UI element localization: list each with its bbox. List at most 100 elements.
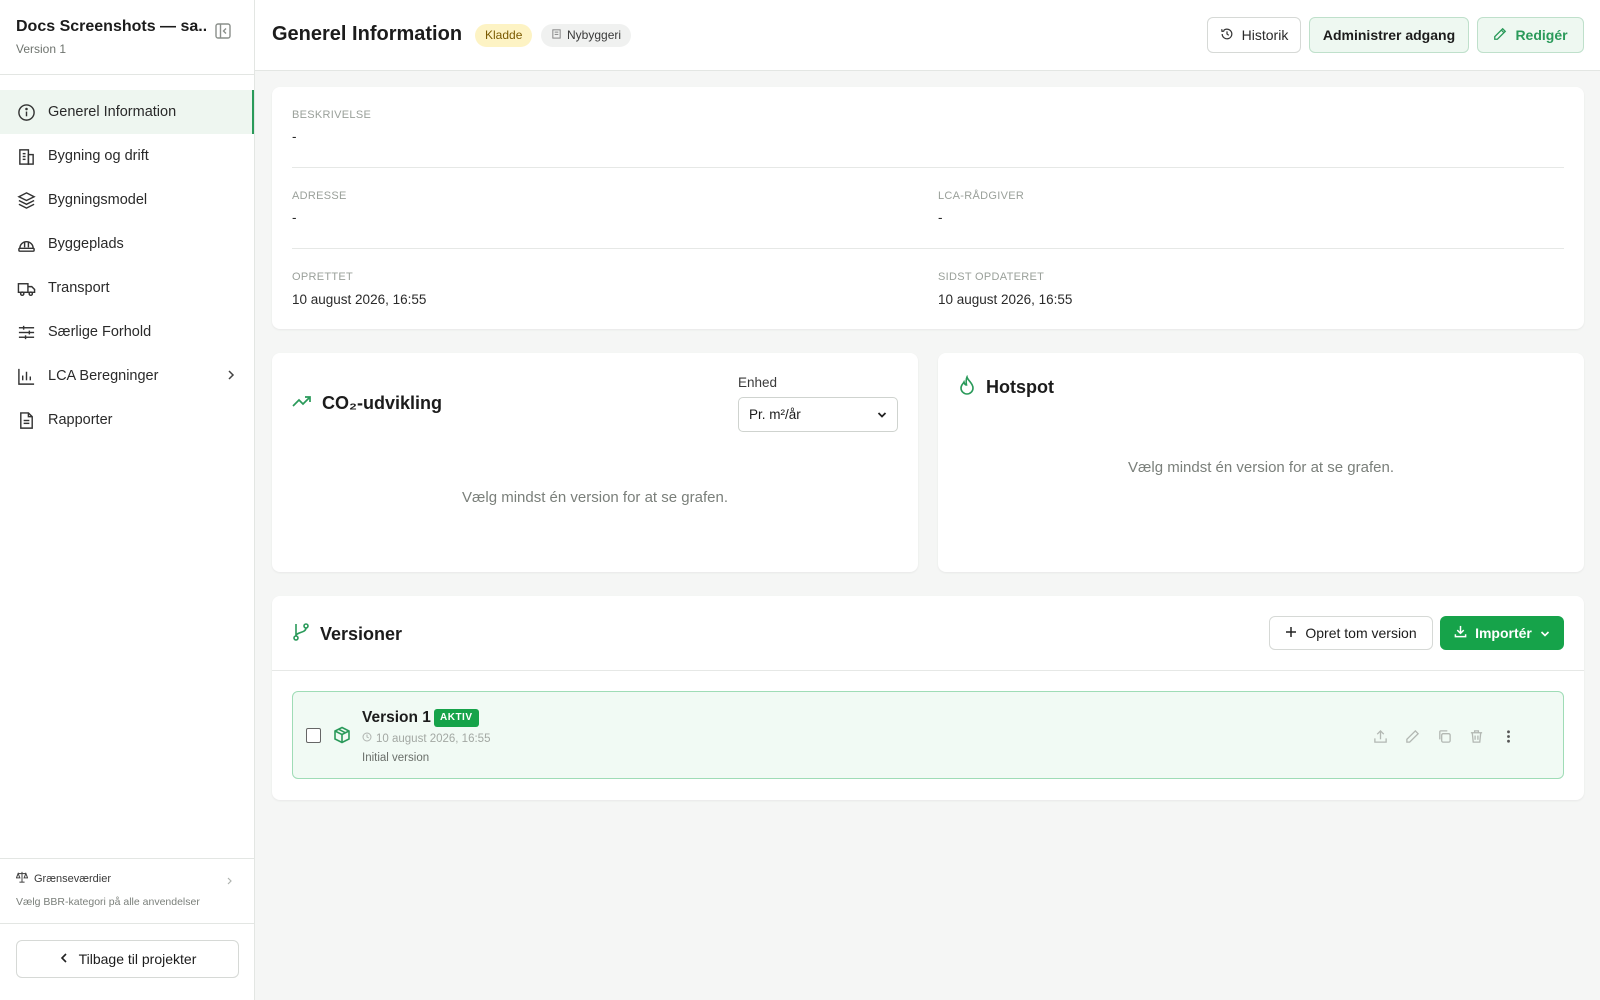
- version-timestamp-label: 10 august 2026, 16:55: [376, 732, 491, 745]
- chevron-down-icon: [1540, 625, 1550, 641]
- divider: [292, 248, 1564, 249]
- hotspot-card: Hotspot Vælg mindst én version for at se…: [938, 353, 1584, 572]
- versions-title: Versioner: [292, 622, 402, 647]
- sidebar-item-label: Bygningsmodel: [48, 192, 148, 208]
- pencil-icon: [1493, 27, 1507, 44]
- hotspot-empty-message: Vælg mindst én version for at se grafen.: [1128, 459, 1394, 476]
- edit-label: Redigér: [1515, 27, 1568, 43]
- type-badge-label: Nybyggeri: [567, 28, 622, 42]
- history-icon: [1220, 27, 1234, 44]
- history-button[interactable]: Historik: [1207, 17, 1301, 53]
- page-header: Generel Information Kladde Nybyggeri His…: [255, 0, 1600, 71]
- version-description: Initial version: [362, 752, 430, 764]
- version-row[interactable]: Version 1 AKTIV 10 august 2026, 16:55 In…: [292, 691, 1564, 779]
- unit-select[interactable]: Pr. m²/år: [738, 397, 898, 432]
- history-label: Historik: [1241, 27, 1289, 43]
- page-title: Generel Information: [272, 23, 463, 45]
- version-timestamp: 10 august 2026, 16:55: [362, 732, 490, 745]
- chevron-right-icon: [226, 873, 234, 889]
- sidebar-header: Docs Screenshots — sa... Version 1: [0, 0, 254, 75]
- copy-icon[interactable]: [1435, 727, 1453, 745]
- lca-advisor-label: LCA-RÅDGIVER: [938, 190, 1025, 202]
- sidebar-item-bygningsmodel[interactable]: Bygningsmodel: [0, 178, 254, 222]
- project-title: Docs Screenshots — sa...: [16, 18, 206, 35]
- limits-title: Grænseværdier: [15, 871, 238, 886]
- upload-icon[interactable]: [1371, 727, 1389, 745]
- created-label: OPRETTET: [292, 271, 354, 283]
- divider: [272, 670, 1584, 671]
- project-version: Version 1: [16, 42, 67, 56]
- document-icon: [16, 410, 36, 430]
- sidebar-item-label: Særlige Forhold: [48, 324, 152, 340]
- description-label: BESKRIVELSE: [292, 109, 372, 121]
- manage-access-button[interactable]: Administrer adgang: [1309, 17, 1469, 53]
- sidebar-item-label: Byggeplads: [48, 236, 124, 252]
- address-value: -: [292, 210, 297, 225]
- cube-icon: [333, 726, 351, 747]
- chevron-down-icon: [877, 407, 887, 422]
- hotspot-title-label: Hotspot: [986, 377, 1054, 397]
- layers-icon: [16, 190, 36, 210]
- updated-value: 10 august 2026, 16:55: [938, 292, 1073, 307]
- unit-label: Enhed: [738, 375, 778, 390]
- co2-title-label: CO₂-udvikling: [322, 393, 442, 413]
- sidebar-footer: Grænseværdier Vælg BBR-kategori på alle …: [0, 858, 254, 1000]
- pencil-icon[interactable]: [1403, 727, 1421, 745]
- co2-development-card: CO₂-udvikling Enhed Pr. m²/år Vælg minds…: [272, 353, 918, 572]
- clock-icon: [362, 732, 372, 745]
- git-branch-icon: [292, 622, 310, 647]
- active-badge: AKTIV: [434, 709, 479, 727]
- status-badge: Kladde: [475, 24, 533, 47]
- co2-empty-message: Vælg mindst én version for at se grafen.: [462, 489, 728, 506]
- general-info-card: BESKRIVELSE - ADRESSE - LCA-RÅDGIVER - O…: [272, 87, 1584, 329]
- sidebar-item-byggeplads[interactable]: Byggeplads: [0, 222, 254, 266]
- edit-button[interactable]: Redigér: [1477, 17, 1584, 53]
- sidebar-nav: Generel Information Bygning og drift Byg…: [0, 75, 254, 442]
- lca-advisor-value: -: [938, 210, 943, 225]
- updated-label: SIDST OPDATERET: [938, 271, 1045, 283]
- sliders-icon: [16, 322, 36, 342]
- sidebar: Docs Screenshots — sa... Version 1 Gener…: [0, 0, 255, 1000]
- sidebar-item-saerlige-forhold[interactable]: Særlige Forhold: [0, 310, 254, 354]
- chevron-right-icon: [226, 368, 236, 386]
- back-wrap: Tilbage til projekter: [0, 924, 254, 1000]
- created-value: 10 august 2026, 16:55: [292, 292, 427, 307]
- trash-icon[interactable]: [1467, 727, 1485, 745]
- unit-select-value: Pr. m²/år: [749, 407, 801, 422]
- limits-title-label: Grænseværdier: [34, 872, 112, 885]
- manage-access-label: Administrer adgang: [1322, 27, 1456, 43]
- limits-panel[interactable]: Grænseværdier Vælg BBR-kategori på alle …: [0, 858, 254, 924]
- create-empty-version-button[interactable]: Opret tom version: [1269, 616, 1433, 650]
- type-badge: Nybyggeri: [541, 24, 632, 47]
- collapse-sidebar-icon[interactable]: [214, 22, 232, 40]
- back-to-projects-button[interactable]: Tilbage til projekter: [16, 940, 239, 978]
- sidebar-item-rapporter[interactable]: Rapporter: [0, 398, 254, 442]
- flame-icon: [958, 374, 976, 400]
- create-version-label: Opret tom version: [1305, 625, 1417, 641]
- hotspot-title: Hotspot: [958, 374, 1054, 400]
- sidebar-item-lca-beregninger[interactable]: LCA Beregninger: [0, 354, 254, 398]
- back-button-label: Tilbage til projekter: [78, 951, 197, 967]
- version-name: Version 1: [362, 709, 431, 726]
- sidebar-item-label: Generel Information: [48, 104, 177, 120]
- truck-icon: [16, 278, 36, 298]
- hardhat-icon: [16, 234, 36, 254]
- trending-up-icon: [292, 393, 312, 414]
- limits-subtitle: Vælg BBR-kategori på alle anvendelser: [16, 896, 200, 908]
- sidebar-item-generel-information[interactable]: Generel Information: [0, 90, 254, 134]
- sidebar-item-label: LCA Beregninger: [48, 368, 159, 384]
- bar-chart-icon: [16, 366, 36, 386]
- import-label: Importér: [1475, 625, 1532, 641]
- scale-icon: [15, 871, 29, 886]
- address-label: ADRESSE: [292, 190, 347, 202]
- versions-card: Versioner Opret tom version Importér Ver…: [272, 596, 1584, 800]
- sidebar-item-bygning-og-drift[interactable]: Bygning og drift: [0, 134, 254, 178]
- info-icon: [16, 102, 36, 122]
- co2-title: CO₂-udvikling: [292, 393, 442, 414]
- sidebar-item-label: Rapporter: [48, 412, 113, 428]
- version-checkbox[interactable]: [306, 728, 321, 743]
- sidebar-item-transport[interactable]: Transport: [0, 266, 254, 310]
- description-value: -: [292, 129, 297, 144]
- import-button[interactable]: Importér: [1440, 616, 1564, 650]
- more-vertical-icon[interactable]: [1499, 727, 1517, 745]
